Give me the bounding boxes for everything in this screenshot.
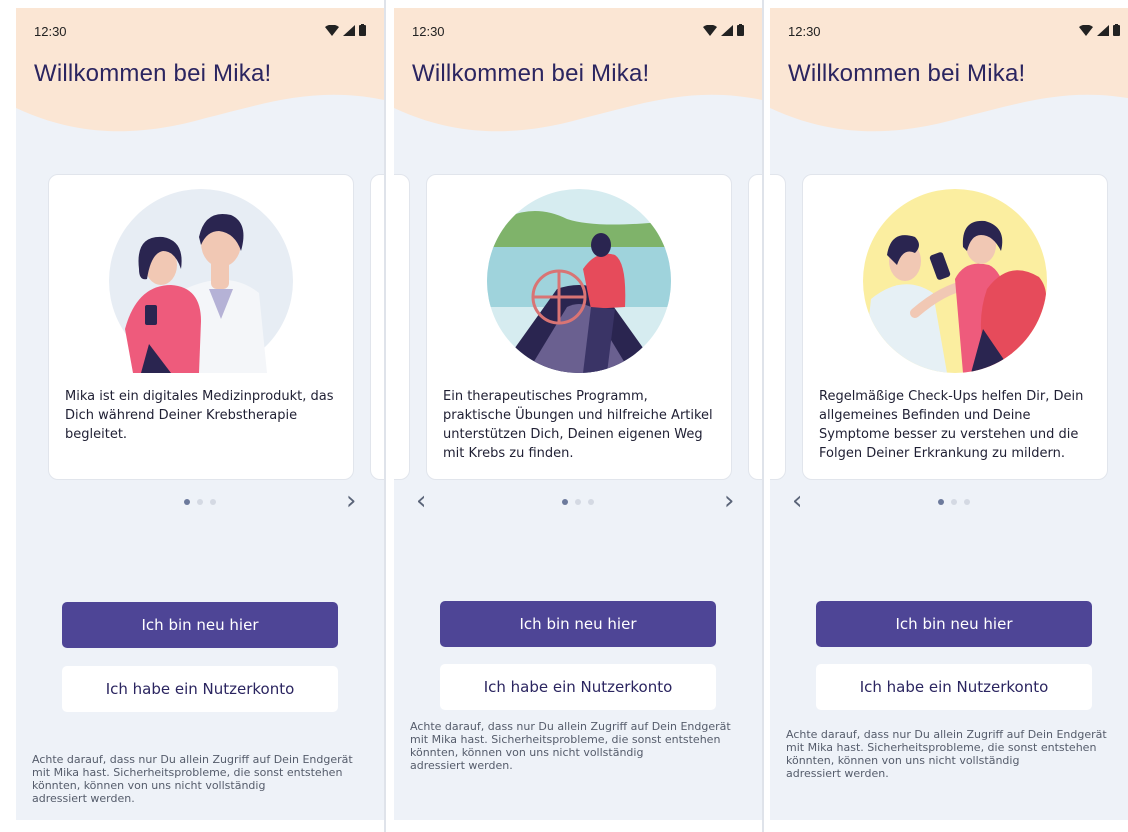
onboarding-screen-2: 12:30 Willkommen bei Mika! Ein therapeut…	[394, 8, 762, 820]
battery-icon	[1113, 24, 1120, 36]
chevron-left-icon[interactable]: ‹	[416, 486, 426, 516]
onboarding-screen-3: 12:30 Willkommen bei Mika! Regelmäßige C…	[770, 8, 1128, 820]
chevron-right-icon[interactable]: ›	[346, 486, 356, 516]
wifi-icon	[1079, 24, 1093, 36]
security-disclaimer: Achte darauf, dass nur Du allein Zugriff…	[410, 720, 731, 772]
page-dot[interactable]	[938, 499, 944, 505]
signal-icon	[1097, 24, 1109, 36]
chevron-right-icon[interactable]: ›	[724, 486, 734, 516]
onboarding-screen-1: 12:30 Willkommen bei Mika! Mika ist ein …	[16, 8, 384, 820]
page-title: Willkommen bei Mika!	[412, 60, 650, 87]
page-dot[interactable]	[964, 499, 970, 505]
status-bar: 12:30	[788, 24, 1120, 42]
patient-and-doctor-illustration	[109, 189, 293, 373]
wifi-icon	[325, 24, 339, 36]
status-time: 12:30	[412, 24, 445, 39]
pagination-dots	[770, 499, 1128, 505]
security-disclaimer: Achte darauf, dass nur Du allein Zugriff…	[786, 728, 1107, 780]
chevron-left-icon[interactable]: ‹	[792, 486, 802, 516]
next-card-peek[interactable]	[370, 174, 384, 480]
card-description: Mika ist ein digitales Medizinprodukt, d…	[65, 389, 334, 442]
pagination-dots	[16, 499, 384, 505]
previous-card-peek[interactable]	[394, 174, 410, 480]
checkup-heart-illustration	[863, 189, 1047, 373]
page-dot[interactable]	[197, 499, 203, 505]
signal-icon	[721, 24, 733, 36]
pagination-dots	[394, 499, 762, 505]
page-title: Willkommen bei Mika!	[34, 60, 272, 87]
onboarding-card: Mika ist ein digitales Medizinprodukt, d…	[48, 174, 354, 480]
page-title: Willkommen bei Mika!	[788, 60, 1026, 87]
boat-steering-wheel-illustration	[487, 189, 671, 373]
previous-card-peek[interactable]	[770, 174, 786, 480]
status-time: 12:30	[34, 24, 67, 39]
card-description: Regelmäßige Check-Ups helfen Dir, Dein a…	[819, 389, 1084, 461]
login-button[interactable]: Ich habe ein Nutzerkonto	[62, 666, 338, 712]
new-user-button[interactable]: Ich bin neu hier	[440, 601, 716, 647]
wifi-icon	[703, 24, 717, 36]
page-dot[interactable]	[184, 499, 190, 505]
onboarding-card: Ein therapeutisches Programm, praktische…	[426, 174, 732, 480]
page-dot[interactable]	[562, 499, 568, 505]
page-dot[interactable]	[575, 499, 581, 505]
new-user-button[interactable]: Ich bin neu hier	[816, 601, 1092, 647]
battery-icon	[737, 24, 744, 36]
page-dot[interactable]	[588, 499, 594, 505]
card-description: Ein therapeutisches Programm, praktische…	[443, 389, 713, 461]
security-disclaimer: Achte darauf, dass nur Du allein Zugriff…	[32, 753, 353, 805]
page-dot[interactable]	[951, 499, 957, 505]
status-bar: 12:30	[34, 24, 366, 42]
signal-icon	[343, 24, 355, 36]
page-dot[interactable]	[210, 499, 216, 505]
status-bar: 12:30	[412, 24, 744, 42]
battery-icon	[359, 24, 366, 36]
login-button[interactable]: Ich habe ein Nutzerkonto	[816, 664, 1092, 710]
status-time: 12:30	[788, 24, 821, 39]
next-card-peek[interactable]	[748, 174, 762, 480]
new-user-button[interactable]: Ich bin neu hier	[62, 602, 338, 648]
login-button[interactable]: Ich habe ein Nutzerkonto	[440, 664, 716, 710]
onboarding-card: Regelmäßige Check-Ups helfen Dir, Dein a…	[802, 174, 1108, 480]
